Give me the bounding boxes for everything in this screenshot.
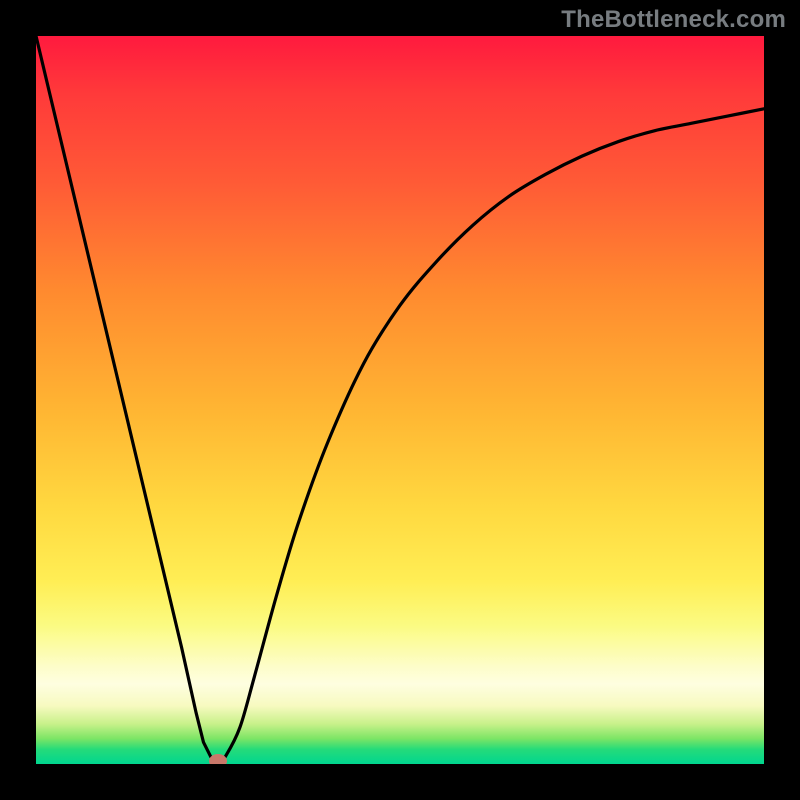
optimal-point-marker	[209, 754, 227, 764]
bottleneck-curve	[36, 36, 764, 764]
chart-frame: TheBottleneck.com	[0, 0, 800, 800]
plot-area	[36, 36, 764, 764]
watermark-text: TheBottleneck.com	[561, 6, 786, 34]
